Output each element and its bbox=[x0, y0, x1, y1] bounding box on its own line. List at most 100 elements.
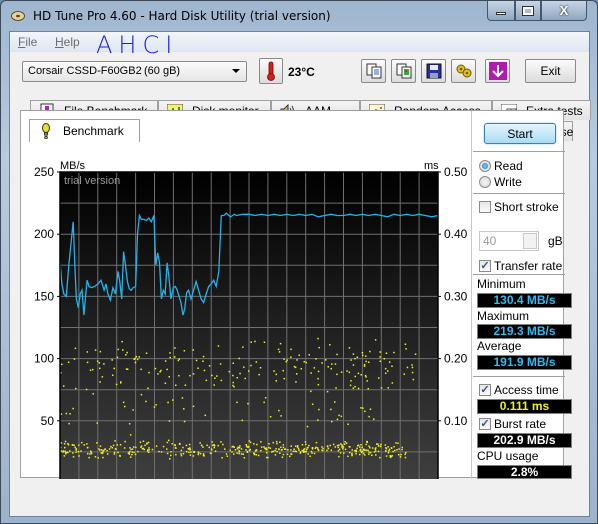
access-time-point bbox=[388, 450, 390, 452]
copy-screenshot-button[interactable] bbox=[391, 59, 416, 83]
access-time-point bbox=[355, 451, 357, 453]
menu-help[interactable]: Help bbox=[55, 35, 80, 49]
access-time-point bbox=[296, 446, 299, 448]
access-time-point bbox=[255, 449, 257, 451]
access-time-point bbox=[94, 456, 97, 458]
access-time-point bbox=[205, 379, 208, 382]
tab-benchmark[interactable]: Benchmark bbox=[29, 119, 140, 142]
access-time-point bbox=[268, 443, 270, 445]
access-time-point bbox=[317, 377, 319, 380]
access-time-point bbox=[263, 446, 265, 448]
access-time-point bbox=[114, 440, 116, 442]
access-time-point bbox=[334, 446, 336, 448]
access-time-point bbox=[145, 400, 147, 403]
access-time-point bbox=[280, 415, 282, 417]
access-time-point bbox=[387, 370, 389, 372]
access-time-point bbox=[274, 449, 276, 452]
access-time-point bbox=[401, 446, 403, 449]
burst-rate-checkbox[interactable]: ✓ Burst rate bbox=[479, 417, 546, 431]
access-time-point bbox=[254, 340, 256, 343]
drive-select[interactable]: Corsair CSSD-F60GB2 (60 gB) bbox=[22, 61, 247, 82]
access-time-point bbox=[265, 456, 268, 459]
transfer-rate-checkbox[interactable]: ✓ Transfer rate bbox=[479, 259, 562, 273]
access-time-point bbox=[365, 449, 368, 451]
access-time-point bbox=[368, 451, 370, 453]
access-time-point bbox=[296, 373, 298, 375]
minimize-button[interactable] bbox=[487, 1, 515, 21]
read-radio[interactable]: Read bbox=[479, 159, 523, 173]
menu-file[interactable]: File bbox=[18, 35, 37, 49]
access-time-point bbox=[164, 382, 167, 384]
hard-disk-icon bbox=[11, 11, 25, 21]
access-time-point bbox=[317, 419, 319, 421]
maximum-label: Maximum bbox=[477, 309, 530, 323]
access-time-point bbox=[331, 420, 333, 423]
download-button[interactable] bbox=[485, 59, 510, 83]
access-time-point bbox=[311, 452, 313, 454]
access-time-point bbox=[135, 446, 137, 449]
access-time-point bbox=[189, 374, 191, 377]
access-time-point bbox=[74, 446, 76, 448]
access-time-point bbox=[81, 441, 83, 444]
access-time-point bbox=[352, 387, 355, 389]
access-time-point bbox=[240, 453, 243, 455]
divider bbox=[473, 151, 565, 152]
access-time-point bbox=[321, 446, 323, 448]
access-time-point bbox=[341, 444, 343, 446]
exit-button[interactable]: Exit bbox=[525, 59, 576, 83]
close-button[interactable]: X bbox=[541, 1, 587, 21]
access-time-point bbox=[363, 448, 365, 450]
access-time-point bbox=[177, 359, 180, 362]
copy-image-icon bbox=[396, 63, 411, 79]
access-time-point bbox=[106, 453, 109, 455]
access-time-point bbox=[232, 381, 234, 384]
access-time-point bbox=[181, 397, 184, 399]
access-time-point bbox=[237, 446, 239, 448]
access-time-point bbox=[385, 352, 388, 354]
radio-unselected-icon bbox=[479, 176, 491, 188]
access-time-point bbox=[77, 450, 80, 453]
access-time-point bbox=[263, 401, 265, 404]
maximize-button[interactable] bbox=[515, 1, 541, 21]
access-time-point bbox=[282, 369, 284, 372]
temperature-button[interactable] bbox=[259, 58, 283, 84]
access-time-point bbox=[202, 355, 205, 358]
access-time-point bbox=[362, 452, 365, 455]
access-time-point bbox=[281, 456, 284, 458]
access-time-point bbox=[352, 353, 355, 355]
access-time-point bbox=[340, 415, 343, 418]
access-time-point bbox=[240, 448, 243, 450]
access-time-point bbox=[306, 448, 308, 451]
copy-text-button[interactable] bbox=[361, 59, 386, 83]
access-time-point bbox=[259, 367, 262, 369]
access-time-point bbox=[253, 452, 255, 455]
spinner-arrows-icon[interactable] bbox=[523, 233, 537, 249]
access-time-point bbox=[357, 387, 360, 390]
access-time-point bbox=[99, 350, 102, 353]
access-time-point bbox=[138, 356, 140, 358]
access-time-point bbox=[411, 366, 414, 369]
short-stroke-checkbox[interactable]: Short stroke bbox=[479, 200, 559, 214]
access-time-checkbox[interactable]: ✓ Access time bbox=[479, 383, 559, 397]
access-time-point bbox=[357, 444, 360, 446]
burst-rate-label: Burst rate bbox=[494, 417, 547, 431]
access-time-point bbox=[147, 451, 150, 453]
title-bar[interactable]: HD Tune Pro 4.60 - Hard Disk Utility (tr… bbox=[1, 1, 597, 31]
start-button[interactable]: Start bbox=[484, 123, 556, 144]
access-time-point bbox=[238, 357, 240, 360]
access-time-point bbox=[92, 393, 94, 395]
access-time-point bbox=[86, 351, 89, 353]
access-time-point bbox=[224, 448, 226, 450]
access-time-point bbox=[379, 360, 381, 362]
access-time-point bbox=[90, 452, 93, 455]
access-time-point bbox=[68, 422, 70, 425]
short-stroke-size-input[interactable]: 40 bbox=[479, 231, 539, 251]
access-time-point bbox=[208, 446, 210, 449]
write-radio[interactable]: Write bbox=[479, 175, 522, 189]
access-time-point bbox=[263, 341, 266, 343]
access-time-point bbox=[180, 449, 183, 452]
access-time-point bbox=[200, 444, 203, 447]
options-button[interactable] bbox=[451, 59, 476, 83]
save-button[interactable] bbox=[421, 59, 446, 83]
access-time-point bbox=[245, 445, 248, 447]
